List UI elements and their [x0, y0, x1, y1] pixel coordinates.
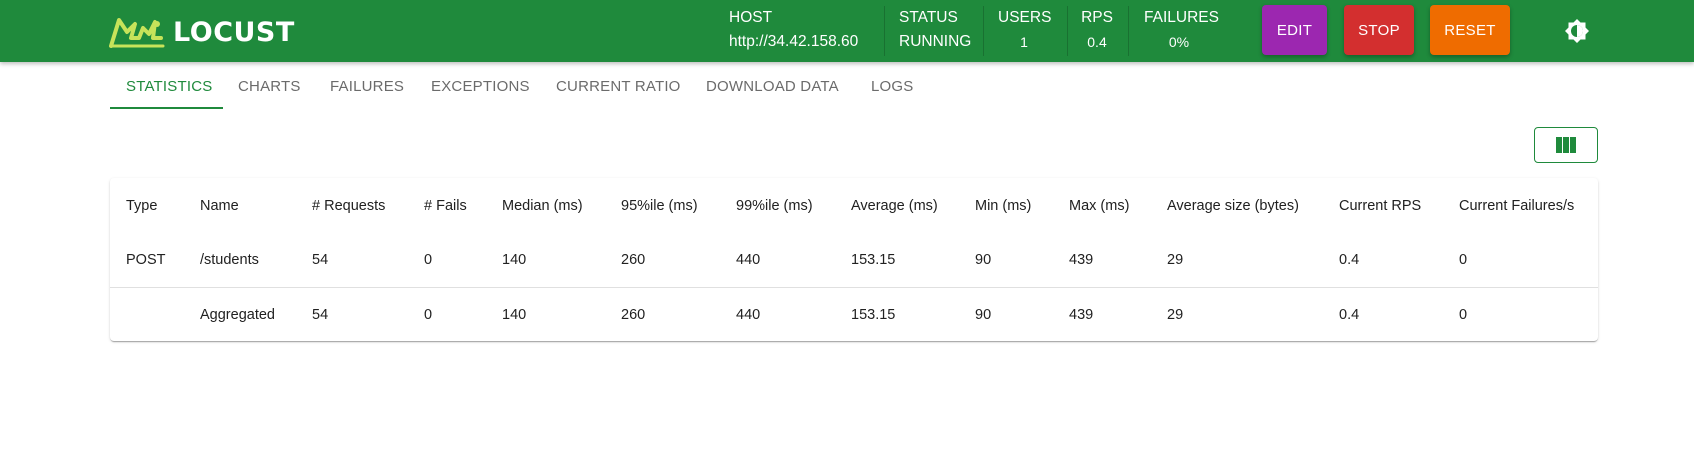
active-tab-indicator: [110, 107, 223, 109]
table-cell: 260: [621, 306, 646, 323]
table-cell: 439: [1069, 252, 1094, 268]
table-cell: 140: [502, 252, 527, 268]
table-cell: 439: [1069, 306, 1094, 323]
tab-charts[interactable]: CHARTS: [238, 62, 301, 110]
table-cell: 0.4: [1339, 306, 1360, 323]
status-label: STATUS: [899, 9, 958, 26]
locust-logo-icon: [109, 18, 165, 48]
view-column-icon: [1556, 137, 1576, 153]
column-header[interactable]: Average size (bytes): [1167, 178, 1299, 233]
column-header[interactable]: # Requests: [312, 178, 385, 233]
column-header[interactable]: # Fails: [424, 178, 467, 233]
table-cell: 29: [1167, 306, 1184, 323]
host-stat: HOST http://34.42.158.60: [729, 6, 858, 54]
column-header[interactable]: 99%ile (ms): [736, 178, 813, 233]
table-cell: POST: [126, 252, 166, 268]
users-value: 1: [1020, 34, 1028, 50]
table-cell: 0.4: [1339, 252, 1360, 268]
divider: [1128, 6, 1129, 56]
table-cell: 0: [424, 252, 433, 268]
tab-failures[interactable]: FAILURES: [330, 62, 404, 110]
table-row: POST /students 54 0 140 260 440 153.15 9…: [110, 233, 1598, 288]
tab-bar: STATISTICS CHARTS FAILURES EXCEPTIONS CU…: [110, 62, 1010, 110]
status-stat: STATUS RUNNING: [899, 6, 971, 54]
column-header[interactable]: Min (ms): [975, 178, 1031, 233]
table-cell: 153.15: [851, 252, 896, 268]
column-header[interactable]: Max (ms): [1069, 178, 1129, 233]
table-cell: Aggregated: [200, 306, 275, 323]
column-header[interactable]: 95%ile (ms): [621, 178, 698, 233]
table-cell: 0: [1459, 252, 1468, 268]
failures-value: 0%: [1168, 34, 1190, 50]
table-cell: 90: [975, 252, 992, 268]
column-header[interactable]: Type: [126, 178, 157, 233]
app-name: LOCUST: [173, 16, 295, 48]
column-header[interactable]: Median (ms): [502, 178, 583, 233]
locust-logo[interactable]: LOCUST: [109, 16, 295, 48]
table-header-row: Type Name # Requests # Fails Median (ms)…: [110, 178, 1598, 233]
divider: [884, 6, 885, 56]
theme-toggle-button[interactable]: [1564, 18, 1590, 44]
table-cell: 153.15: [851, 306, 896, 323]
column-header[interactable]: Current RPS: [1339, 178, 1421, 233]
rps-stat: RPS 0.4: [1080, 6, 1114, 54]
rps-label: RPS: [1081, 9, 1113, 26]
table-row-aggregated: Aggregated 54 0 140 260 440 153.15 90 43…: [110, 288, 1598, 341]
table-cell: /students: [200, 252, 259, 268]
status-value: RUNNING: [899, 33, 972, 50]
divider: [983, 6, 984, 56]
table-cell: 54: [312, 306, 329, 323]
stop-button[interactable]: STOP: [1344, 5, 1414, 55]
table-cell: 140: [502, 306, 527, 323]
tab-logs[interactable]: LOGS: [871, 62, 913, 110]
table-cell: 440: [736, 306, 761, 323]
host-label: HOST: [729, 9, 773, 26]
tab-statistics[interactable]: STATISTICS: [126, 62, 212, 110]
table-cell: 29: [1167, 252, 1184, 268]
tab-exceptions[interactable]: EXCEPTIONS: [431, 62, 530, 110]
column-header[interactable]: Name: [200, 178, 239, 233]
table-cell: 0: [424, 306, 433, 323]
column-header[interactable]: Average (ms): [851, 178, 938, 233]
top-app-bar: LOCUST HOST http://34.42.158.60 STATUS R…: [0, 0, 1694, 62]
rps-value: 0.4: [1087, 34, 1107, 50]
tab-current-ratio[interactable]: CURRENT RATIO: [556, 62, 681, 110]
failures-label: FAILURES: [1144, 9, 1219, 26]
users-label: USERS: [998, 9, 1052, 26]
tab-download-data[interactable]: DOWNLOAD DATA: [706, 62, 839, 110]
users-stat: USERS 1: [998, 6, 1052, 54]
table-cell: 440: [736, 252, 761, 268]
column-picker-button[interactable]: [1534, 127, 1598, 163]
table-cell: 54: [312, 252, 329, 268]
table-cell: 0: [1459, 306, 1468, 323]
divider: [1067, 6, 1068, 56]
edit-button[interactable]: EDIT: [1262, 5, 1327, 55]
column-header[interactable]: Current Failures/s: [1459, 178, 1574, 233]
host-value: http://34.42.158.60: [729, 33, 859, 50]
reset-button[interactable]: RESET: [1430, 5, 1510, 55]
statistics-table: Type Name # Requests # Fails Median (ms)…: [110, 178, 1598, 341]
brightness-icon: [1565, 19, 1589, 43]
failures-stat: FAILURES 0%: [1144, 6, 1219, 54]
table-cell: 90: [975, 306, 992, 323]
table-cell: 260: [621, 252, 646, 268]
